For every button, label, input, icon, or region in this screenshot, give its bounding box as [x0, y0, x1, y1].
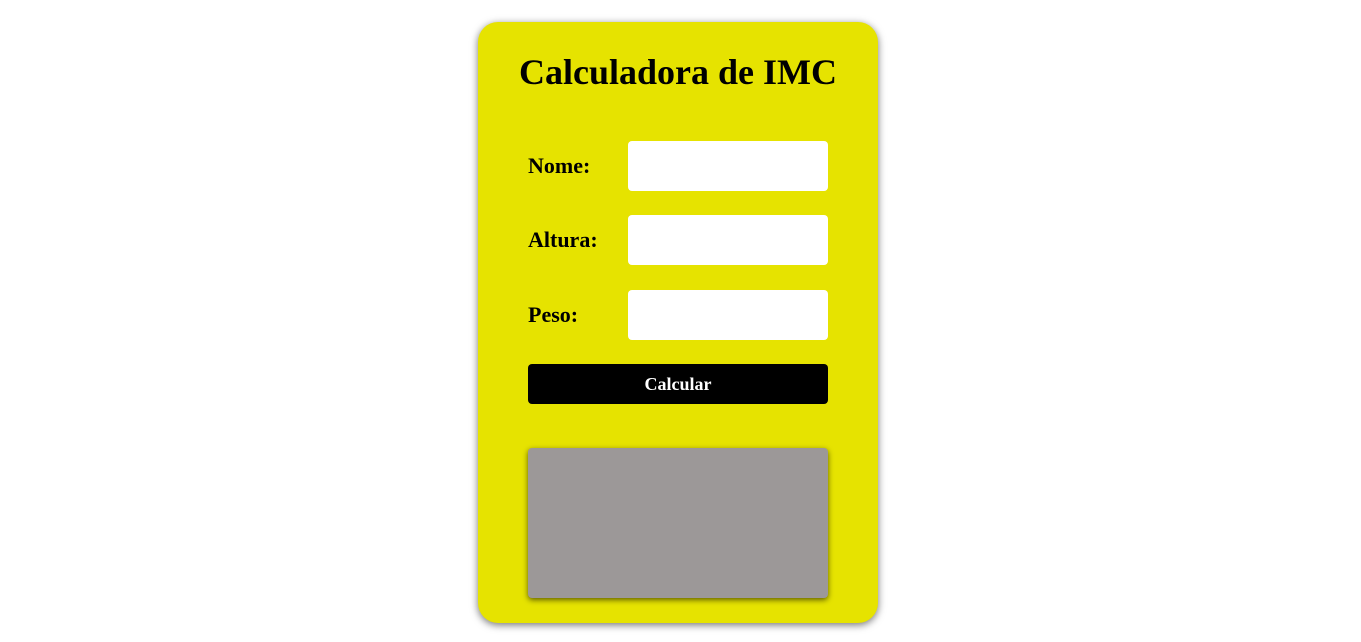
altura-input[interactable]	[628, 215, 828, 265]
nome-row: Nome:	[528, 141, 828, 191]
result-panel	[528, 448, 828, 598]
nome-label: Nome:	[528, 153, 591, 178]
peso-label: Peso:	[528, 302, 579, 327]
altura-row: Altura:	[528, 215, 828, 265]
peso-row: Peso:	[528, 290, 828, 340]
page-title: Calculadora de IMC	[519, 52, 837, 92]
peso-input[interactable]	[628, 290, 828, 340]
altura-label: Altura:	[528, 227, 598, 252]
nome-input[interactable]	[628, 141, 828, 191]
calcular-button[interactable]: Calcular	[528, 364, 828, 404]
imc-calculator-card: Calculadora de IMC Nome: Altura: Peso: C…	[478, 22, 878, 623]
